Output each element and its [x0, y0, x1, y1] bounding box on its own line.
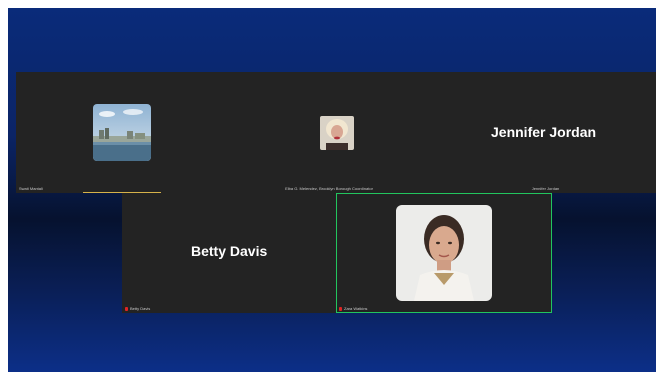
- portrait-image: [320, 116, 354, 150]
- participant-name-label: Betty Davis: [125, 306, 150, 311]
- microphone-muted-icon: [339, 306, 342, 311]
- participant-name-label: Jennifer Jordan: [531, 186, 560, 191]
- participant-tile-betty[interactable]: Betty Davis Betty Davis: [122, 193, 336, 313]
- participant-photo-portrait: [320, 116, 354, 150]
- participant-display-name: Jennifer Jordan: [491, 124, 597, 140]
- participant-name-label: Swati Mantali: [19, 186, 43, 191]
- landscape-image: [93, 104, 151, 161]
- video-gallery: Swati Mantali Elba G. Melendez, Brooklyn…: [8, 8, 656, 372]
- portrait-image: [396, 205, 492, 301]
- participant-name-label: Zara Watkins: [339, 306, 367, 311]
- participant-tile-elba[interactable]: Elba G. Melendez, Brooklyn Borough Coord…: [223, 72, 435, 193]
- participant-tile-swati[interactable]: Swati Mantali: [16, 72, 223, 193]
- participant-display-name: Betty Davis: [191, 243, 268, 259]
- participant-photo-portrait: [396, 205, 492, 301]
- participant-tile-jennifer[interactable]: Jennifer Jordan Jennifer Jordan: [435, 72, 656, 193]
- participant-tile-zara-active-speaker[interactable]: Zara Watkins: [336, 193, 552, 313]
- participant-photo-landscape: [93, 104, 151, 161]
- microphone-muted-icon: [125, 306, 128, 311]
- participant-name-label: Elba G. Melendez, Brooklyn Borough Coord…: [285, 186, 373, 191]
